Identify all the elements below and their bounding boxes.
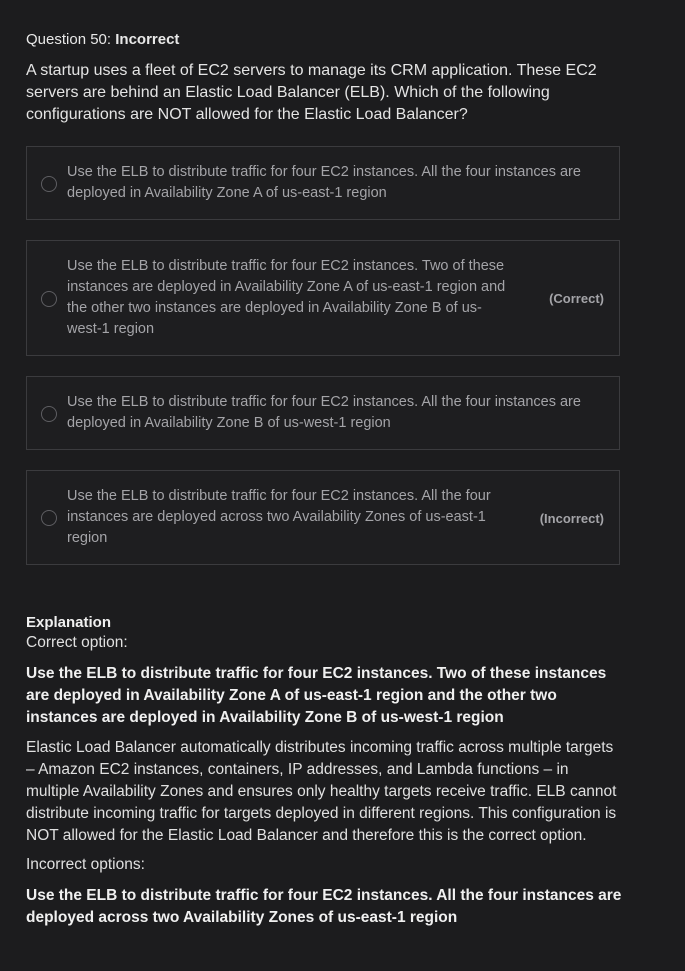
question-status: Incorrect xyxy=(115,31,180,48)
radio-button[interactable] xyxy=(41,510,57,526)
answer-option-3[interactable]: Use the ELB to distribute traffic for fo… xyxy=(26,376,620,450)
option-text: Use the ELB to distribute traffic for fo… xyxy=(67,394,581,431)
option-text: Use the ELB to distribute traffic for fo… xyxy=(67,164,581,201)
radio-button[interactable] xyxy=(41,291,57,307)
radio-button[interactable] xyxy=(41,176,57,192)
option-text: Use the ELB to distribute traffic for fo… xyxy=(67,488,491,546)
question-page: Question 50: Incorrect A startup uses a … xyxy=(0,0,685,971)
incorrect-option-text: Use the ELB to distribute traffic for fo… xyxy=(26,887,622,926)
correct-option-label: Correct option: xyxy=(26,634,128,651)
answer-option-1[interactable]: Use the ELB to distribute traffic for fo… xyxy=(26,146,620,220)
explanation-title: Explanation xyxy=(26,614,112,631)
explanation-body: Elastic Load Balancer automatically dist… xyxy=(26,739,617,844)
explanation-section: Explanation Correct option: Use the ELB … xyxy=(26,613,626,937)
correct-badge: (Correct) xyxy=(549,291,604,306)
answer-option-4[interactable]: Use the ELB to distribute traffic for fo… xyxy=(26,470,620,565)
question-number: Question 50: xyxy=(26,31,116,48)
radio-button[interactable] xyxy=(41,406,57,422)
correct-option-text: Use the ELB to distribute traffic for fo… xyxy=(26,665,607,726)
incorrect-badge: (Incorrect) xyxy=(539,511,604,526)
question-header: Question 50: Incorrect xyxy=(26,30,685,50)
option-text: Use the ELB to distribute traffic for fo… xyxy=(67,258,506,337)
answer-option-2[interactable]: Use the ELB to distribute traffic for fo… xyxy=(26,240,620,356)
incorrect-options-label: Incorrect options: xyxy=(26,856,145,873)
question-text: A startup uses a fleet of EC2 servers to… xyxy=(26,62,597,123)
